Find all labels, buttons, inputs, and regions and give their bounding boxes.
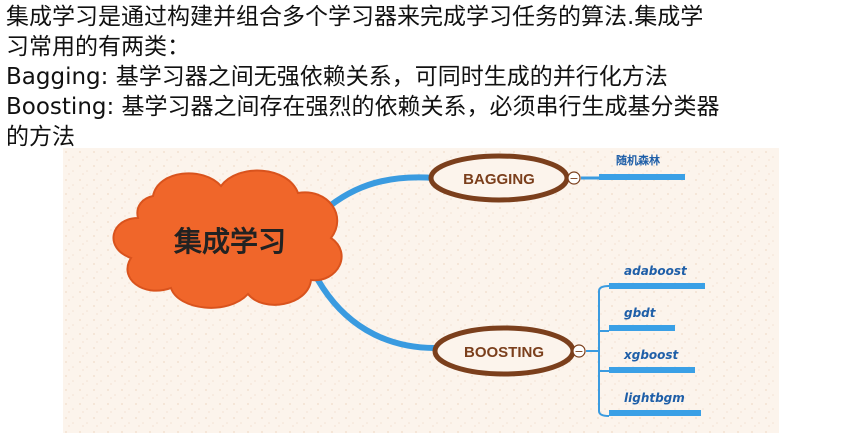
description-text: 集成学习是通过构建并组合多个学习器来完成学习任务的算法.集成学 习常用的有两类：… (6, 2, 836, 152)
text-line-2: 习常用的有两类： (6, 34, 190, 60)
boosting-child-adaboost: adaboost (624, 264, 688, 278)
boosting-child-bar-adaboost (609, 283, 705, 289)
central-label: 集成学习 (173, 225, 286, 258)
boosting-child-lightbgm: lightbgm (624, 391, 685, 405)
mindmap-svg: 集成学习 BAGGING − 随机森林 BOOSTING − adaboost … (63, 148, 779, 433)
bagging-child-bar (599, 174, 685, 180)
bagging-label: BAGGING (463, 171, 535, 188)
boosting-collapse-icon[interactable]: − (574, 345, 583, 358)
text-line-bagging: Bagging: 基学习器之间无强依赖关系，可同时生成的并行化方法 (6, 64, 668, 90)
text-line-1: 集成学习是通过构建并组合多个学习器来完成学习任务的算法.集成学 (6, 4, 704, 30)
boosting-child-bar-xgboost (609, 367, 695, 373)
boosting-label: BOOSTING (464, 344, 544, 361)
bagging-child-rf: 随机森林 (616, 153, 660, 167)
bagging-collapse-icon[interactable]: − (569, 172, 578, 185)
text-line-boosting: Boosting: 基学习器之间存在强烈的依赖关系，必须串行生成基分类器 (6, 94, 720, 120)
page: 集成学习是通过构建并组合多个学习器来完成学习任务的算法.集成学 习常用的有两类：… (0, 0, 851, 433)
boosting-child-bar-lightbgm (609, 410, 701, 416)
boosting-child-gbdt: gbdt (624, 306, 657, 320)
boosting-child-bar-gbdt (609, 325, 675, 331)
boosting-child-xgboost: xgboost (623, 348, 680, 362)
mindmap-image: 集成学习 BAGGING − 随机森林 BOOSTING − adaboost … (63, 148, 779, 433)
